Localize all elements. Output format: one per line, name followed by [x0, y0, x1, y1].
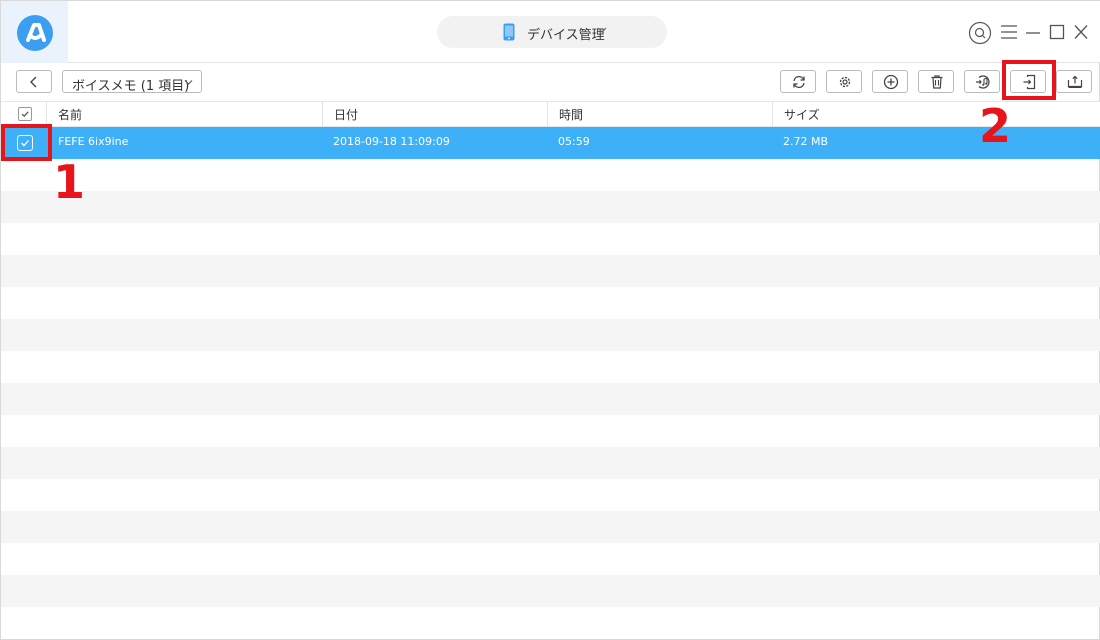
select-all-checkbox[interactable] — [18, 107, 32, 121]
refresh-button[interactable] — [780, 70, 816, 93]
annotation-number-step1: 1 — [53, 155, 86, 209]
category-dropdown[interactable]: ボイスメモ (1 項目) — [62, 70, 202, 94]
maximize-icon[interactable] — [1048, 24, 1066, 40]
phone-icon — [503, 23, 515, 41]
empty-row — [1, 575, 1100, 607]
table-body: FEFE 6ix9ine 2018-09-18 11:09:09 05:59 2… — [1, 127, 1100, 640]
column-header-label: 日付 — [334, 108, 359, 122]
column-header-name[interactable]: 名前 — [46, 102, 322, 127]
column-header-time[interactable]: 時間 — [547, 102, 772, 127]
column-header-label: 名前 — [58, 108, 83, 122]
close-icon[interactable] — [1072, 24, 1090, 40]
cell-name: FEFE 6ix9ine — [58, 135, 129, 148]
app-logo-icon[interactable] — [17, 15, 53, 51]
empty-row — [1, 511, 1100, 543]
table-header: 名前 日付 時間 サイズ — [1, 101, 1100, 127]
annotation-box-step1 — [1, 124, 52, 161]
device-manager-dropdown[interactable]: デバイス管理 — [437, 16, 667, 48]
settings-icon — [839, 76, 851, 88]
check-icon — [21, 111, 29, 118]
music-export-icon — [976, 75, 990, 89]
column-header-date[interactable]: 日付 — [322, 102, 547, 127]
cell-time: 05:59 — [558, 135, 590, 148]
upload-to-device-icon — [1067, 75, 1083, 88]
annotation-number-step2: 2 — [979, 99, 1012, 153]
refresh-icon — [793, 75, 805, 89]
app-window: デバイス管理 ボイスメモ (1 項目) 名前 日付 時間 サイズ FEFE 6i… — [0, 0, 1100, 640]
title-bar: デバイス管理 — [1, 1, 1100, 63]
add-icon — [883, 74, 899, 90]
settings-button[interactable] — [826, 70, 862, 93]
empty-row — [1, 319, 1100, 351]
column-header-label: サイズ — [784, 108, 820, 122]
trash-icon — [931, 75, 943, 89]
empty-row — [1, 223, 1100, 255]
empty-row — [1, 287, 1100, 319]
app-logo-area — [1, 1, 68, 63]
empty-row — [1, 415, 1100, 447]
minimize-icon[interactable] — [1024, 24, 1042, 40]
category-label: ボイスメモ (1 項目) — [72, 79, 190, 94]
empty-row — [1, 383, 1100, 415]
column-header-label: 時間 — [559, 108, 584, 122]
empty-row — [1, 479, 1100, 511]
empty-row — [1, 159, 1100, 191]
empty-row — [1, 351, 1100, 383]
cell-size: 2.72 MB — [783, 135, 829, 148]
chevron-down-icon — [597, 27, 607, 33]
column-header-size[interactable]: サイズ — [772, 102, 1099, 127]
menu-icon[interactable] — [1000, 24, 1018, 40]
empty-row — [1, 191, 1100, 223]
cell-date: 2018-09-18 11:09:09 — [333, 135, 450, 148]
toolbar: ボイスメモ (1 項目) — [1, 63, 1100, 101]
chevron-down-icon — [184, 80, 193, 85]
empty-row — [1, 607, 1100, 639]
device-manager-label: デバイス管理 — [527, 28, 605, 43]
empty-row — [1, 255, 1100, 287]
chevron-left-icon — [30, 76, 37, 88]
back-button[interactable] — [16, 70, 52, 93]
add-button[interactable] — [872, 70, 908, 93]
delete-button[interactable] — [918, 70, 954, 93]
to-itunes-button[interactable] — [964, 70, 1000, 93]
empty-row — [1, 447, 1100, 479]
empty-row — [1, 543, 1100, 575]
search-icon[interactable] — [968, 21, 992, 45]
annotation-box-step2 — [1002, 60, 1056, 100]
to-device-button[interactable] — [1056, 70, 1092, 93]
table-row[interactable]: FEFE 6ix9ine 2018-09-18 11:09:09 05:59 2… — [1, 127, 1100, 159]
